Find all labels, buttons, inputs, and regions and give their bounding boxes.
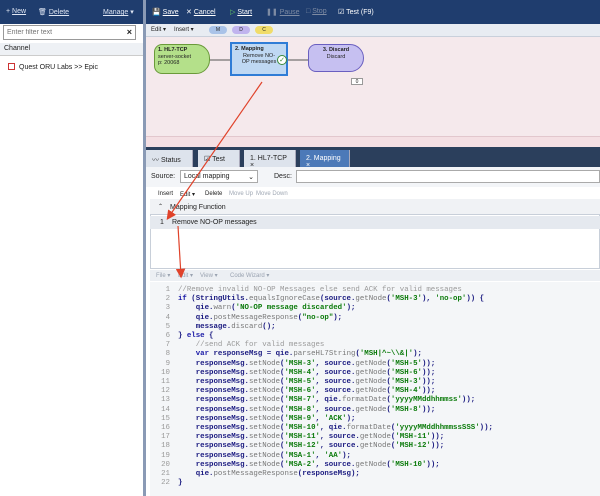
- annotation-arrows: [166, 59, 308, 279]
- arrow-function-to-code: [175, 225, 186, 279]
- arrow-node-to-function: [166, 81, 263, 220]
